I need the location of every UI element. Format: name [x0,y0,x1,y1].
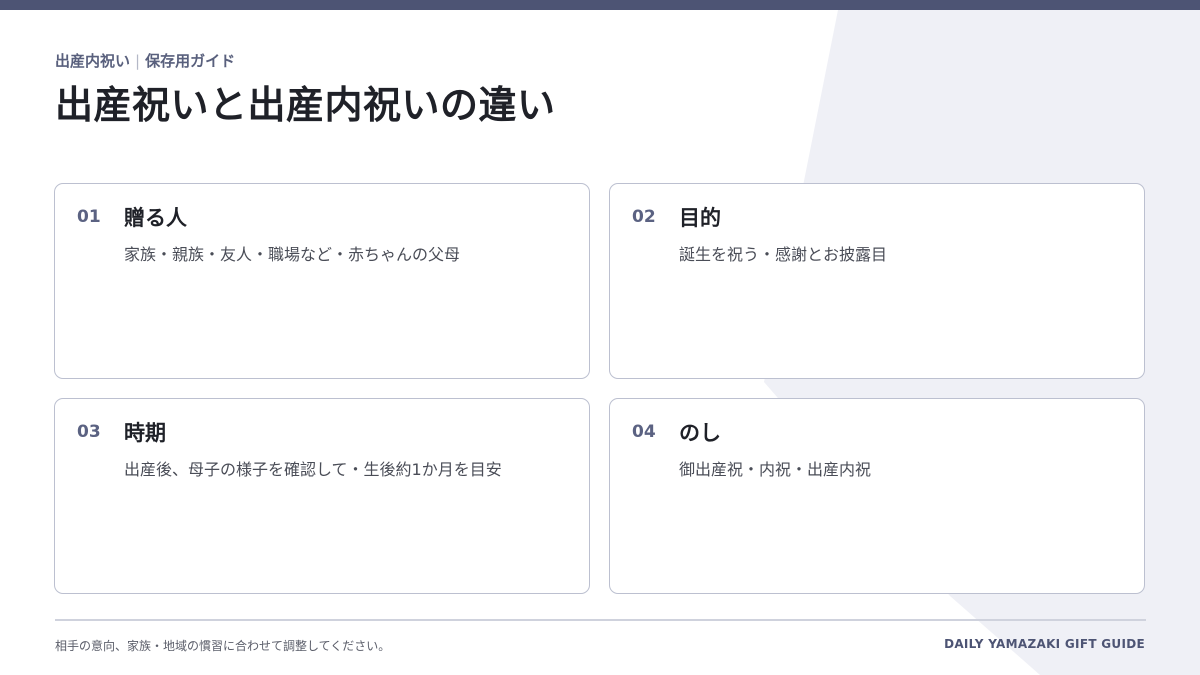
card-number: 01 [77,207,101,227]
card-text: 家族・親族・友人・職場など・赤ちゃんの父母 [124,245,461,264]
kicker-main: 出産内祝い [55,52,131,70]
kicker-sub: 保存用ガイド [145,52,236,70]
kicker-separator: | [135,52,141,70]
card-text: 出産後、母子の様子を確認して・生後約1か月を目安 [124,460,502,479]
card-giver: 01 贈る人 家族・親族・友人・職場など・赤ちゃんの父母 [54,183,590,379]
card-purpose: 02 目的 誕生を祝う・感謝とお披露目 [609,183,1145,379]
card-title: 目的 [679,206,721,230]
card-number: 03 [77,422,101,442]
footer-note: 相手の意向、家族・地域の慣習に合わせて調整してください。 [55,639,391,653]
card-noshi: 04 のし 御出産祝・内祝・出産内祝 [609,398,1145,594]
card-title: のし [679,421,721,445]
card-number: 04 [632,422,656,442]
page-title: 出産祝いと出産内祝いの違い [55,83,556,127]
footer-divider [55,619,1146,621]
card-title: 贈る人 [124,206,187,230]
footer-brand: DAILY YAMAZAKI GIFT GUIDE [944,637,1145,651]
header-kicker: 出産内祝い | 保存用ガイド [55,50,235,71]
card-text: 誕生を祝う・感謝とお披露目 [679,245,888,264]
card-timing: 03 時期 出産後、母子の様子を確認して・生後約1か月を目安 [54,398,590,594]
card-title: 時期 [124,421,166,445]
card-number: 02 [632,207,656,227]
card-text: 御出産祝・内祝・出産内祝 [679,460,872,479]
